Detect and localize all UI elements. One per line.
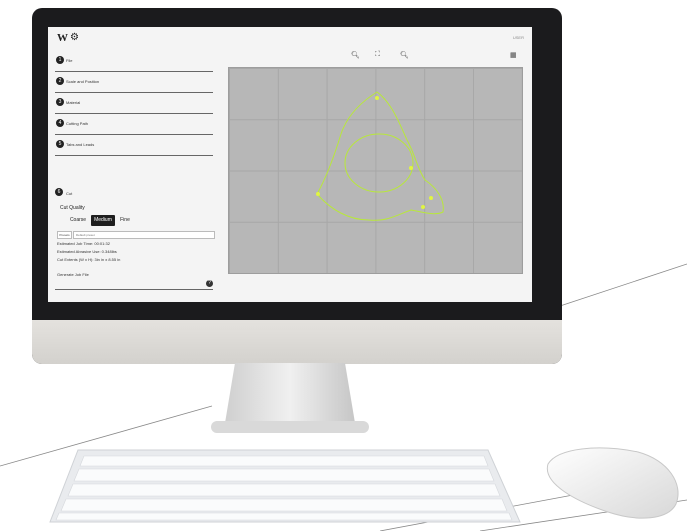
step-scale-position[interactable]: 2 Scale and Position <box>55 72 213 93</box>
step-number: 1 <box>56 56 64 64</box>
quality-coarse-button[interactable]: Coarse <box>67 215 89 226</box>
lead-point <box>429 196 433 200</box>
divider <box>55 289 213 290</box>
step-label: File <box>66 58 73 63</box>
step-number: 3 <box>56 98 64 106</box>
step-tabs-leads[interactable]: 5 Tabs and Leads <box>55 135 213 156</box>
steps-sidebar: 1 File 2 Scale and Position 3 Material 4… <box>55 51 215 297</box>
zoom-in-icon[interactable]: 🔍︎ <box>351 51 360 59</box>
app-screen: W ⚙ USER 1 File 2 Scale and Position 3 M… <box>48 27 532 302</box>
lead-point <box>375 96 379 100</box>
lead-point <box>409 166 413 170</box>
top-bar: W ⚙ USER <box>48 27 532 49</box>
cut-preview-canvas[interactable] <box>228 67 523 274</box>
step-label: Scale and Position <box>66 79 100 84</box>
step-cut-label[interactable]: Cut <box>66 191 72 196</box>
monitor-chin <box>32 320 562 364</box>
mouse <box>546 447 679 519</box>
inner-cut-path <box>344 133 414 193</box>
presets-label: Presets <box>57 231 72 239</box>
step-cutting-path[interactable]: 4 Cutting Path <box>55 114 213 135</box>
estimate-job-time: Estimated Job Time: 00:01:32 <box>57 241 110 246</box>
cut-path-drawing <box>316 91 444 221</box>
lead-point <box>421 205 425 209</box>
fit-icon[interactable]: ⛶ <box>375 51 380 59</box>
quality-fine-button[interactable]: Fine <box>116 215 134 226</box>
zoom-out-icon[interactable]: 🔍︎ <box>400 51 409 59</box>
quality-medium-button[interactable]: Medium <box>91 215 115 226</box>
keyboard <box>49 449 521 523</box>
outer-cut-path <box>316 91 444 221</box>
question-icon[interactable]: ? <box>206 280 213 287</box>
step-number: 5 <box>56 140 64 148</box>
lead-point <box>316 192 320 196</box>
step-material[interactable]: 3 Material <box>55 93 213 114</box>
step-label: Cutting Path <box>66 121 89 126</box>
step-number: 6 <box>55 188 63 196</box>
estimate-abrasive-use: Estimated Abrasive Use: 0.348lbs <box>57 249 117 254</box>
step-label: Material <box>66 100 81 105</box>
grid-icon[interactable]: ▦ <box>510 51 517 59</box>
step-label: Tabs and Leads <box>66 142 95 147</box>
monitor-stand <box>211 363 369 433</box>
user-label[interactable]: USER <box>513 35 524 40</box>
gear-icon[interactable]: ⚙ <box>70 32 79 43</box>
app-logo: W <box>57 32 68 44</box>
step-number: 2 <box>56 77 64 85</box>
estimate-cut-extents: Cut Extents (W x H): 3in in x 8.55 in <box>57 257 121 262</box>
step-number: 4 <box>56 119 64 127</box>
preset-field[interactable]: Default preset <box>73 231 215 239</box>
step-file[interactable]: 1 File <box>55 51 213 72</box>
generate-job-file-button[interactable]: Generate Job File <box>57 272 89 277</box>
cut-quality-label: Cut Quality <box>60 205 85 211</box>
